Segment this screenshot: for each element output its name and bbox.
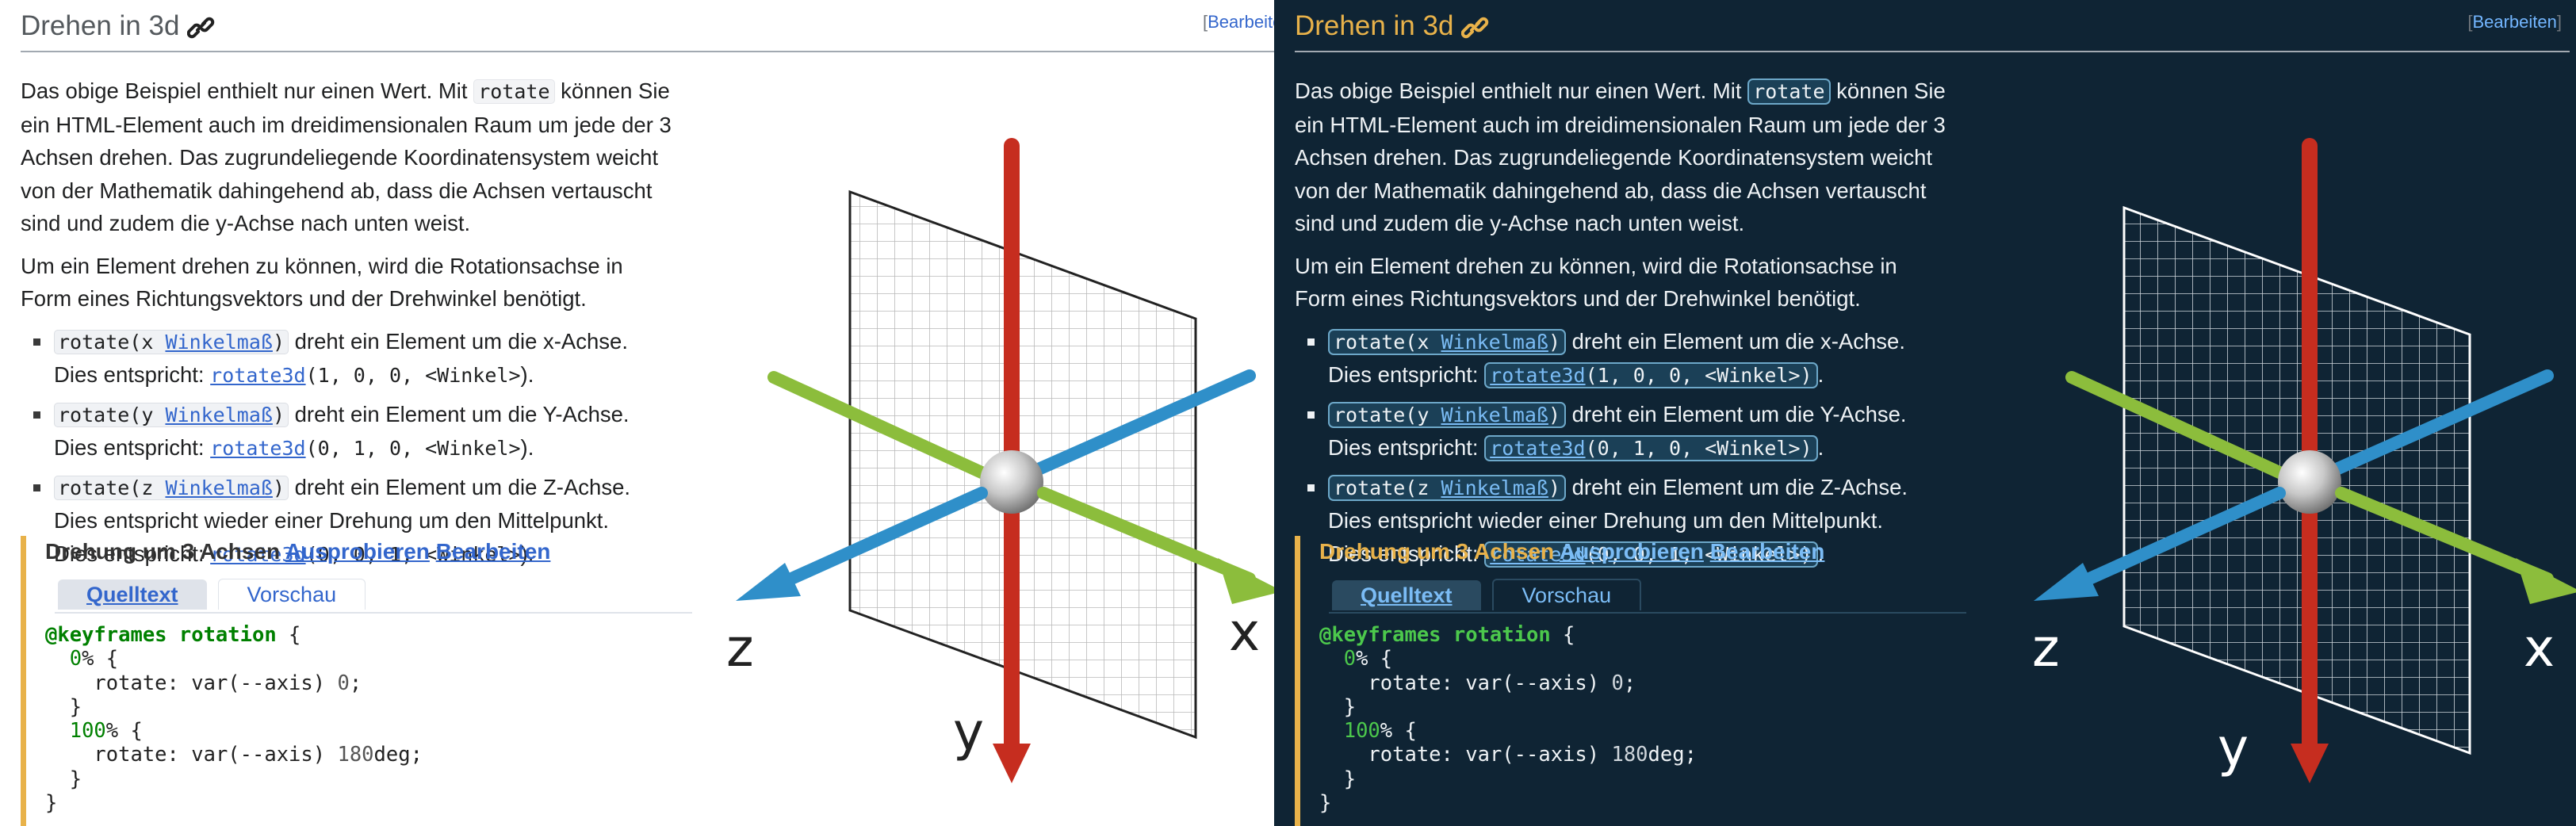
y-axis-arrow <box>993 744 1031 783</box>
rotate3d-link[interactable]: rotate3d <box>1490 364 1585 387</box>
x-label: x <box>2524 618 2555 679</box>
axes-illustration: x y z <box>2032 138 2576 783</box>
x-axis-arrow <box>2516 558 2576 604</box>
func-code: rotate(y Winkelmaß) <box>1328 401 1566 428</box>
description: Das obige Beispiel enthielt nur einen We… <box>1295 75 1953 576</box>
edit-text[interactable]: Bearbeiten <box>2472 12 2556 32</box>
winkelmass-link[interactable]: Winkelmaß <box>1441 403 1548 426</box>
rotate3d-link[interactable]: rotate3d <box>210 437 305 460</box>
z-label: z <box>2032 618 2060 679</box>
desc: dreht ein Element um die Z-Achse. <box>1566 474 1908 499</box>
try-link[interactable]: Ausprobieren <box>1560 539 1704 564</box>
rotate3d-link[interactable]: rotate3d <box>210 364 305 387</box>
equiv-prefix: Dies entspricht: <box>54 435 211 460</box>
origin-sphere <box>980 450 1043 514</box>
panel-dark: Drehen in 3d [Bearbeiten] Das obige Beis… <box>1274 0 2576 826</box>
demo-title-text: Drehung um 3 Achsen <box>1319 539 1555 564</box>
extra-text: Dies entspricht wieder einer Drehung um … <box>1328 508 1884 533</box>
equiv-code: rotate3d(1, 0, 0, <Winkel> <box>210 364 521 387</box>
equiv-prefix: Dies entspricht: <box>1328 435 1485 460</box>
rotate-list: rotate(x Winkelmaß) dreht ein Element um… <box>21 325 679 572</box>
equiv-code: rotate3d(0, 1, 0, <Winkel> <box>210 437 521 460</box>
demo-tabs: Quelltext Vorschau <box>1332 579 1652 610</box>
rotate-code: rotate <box>473 79 555 104</box>
section-heading: Drehen in 3d <box>21 10 216 47</box>
demo-box: Drehung um 3 Achsen Ausprobieren Bearbei… <box>1295 536 1966 826</box>
code-block: @keyframes rotation { 0% { rotate: var(-… <box>1319 623 1697 816</box>
paragraph-2: Um ein Element drehen zu können, wird di… <box>1295 253 1897 312</box>
edit-section-link[interactable]: [Bearbeite <box>1203 12 1274 33</box>
heading-text: Drehen in 3d <box>21 10 180 41</box>
chain-link-icon[interactable] <box>187 15 216 47</box>
section-heading: Drehen in 3d <box>1295 10 1490 47</box>
section-header: Drehen in 3d [Bearbeiten] <box>1295 0 2570 52</box>
list-item: rotate(x Winkelmaß) dreht ein Element um… <box>33 325 679 392</box>
z-label: z <box>726 618 754 679</box>
y-label: y <box>953 702 984 763</box>
y-label: y <box>2218 717 2249 778</box>
tab-source[interactable]: Quelltext <box>58 579 207 610</box>
tab-source[interactable]: Quelltext <box>1332 580 1481 610</box>
code-block: @keyframes rotation { 0% { rotate: var(-… <box>45 623 423 816</box>
demo-edit-link[interactable]: Bearbeiten <box>436 539 551 564</box>
description: Das obige Beispiel enthielt nur einen We… <box>21 75 679 576</box>
edit-text[interactable]: Bearbeite <box>1208 12 1274 32</box>
origin-sphere <box>2278 450 2341 514</box>
section-header: Drehen in 3d [Bearbeite <box>21 0 1274 52</box>
desc: dreht ein Element um die Z-Achse. <box>289 474 631 499</box>
z-axis-arrow <box>2034 563 2099 601</box>
demo-title-text: Drehung um 3 Achsen <box>45 539 281 564</box>
desc: dreht ein Element um die x-Achse. <box>1566 328 1905 354</box>
winkelmass-link[interactable]: Winkelmaß <box>1441 331 1548 354</box>
func-code: rotate(x Winkelmaß) <box>54 329 289 354</box>
desc: dreht ein Element um die x-Achse. <box>289 328 628 354</box>
desc: dreht ein Element um die Y-Achse. <box>289 401 630 426</box>
axes-illustration: x y z <box>726 138 1274 783</box>
winkelmass-link[interactable]: Winkelmaß <box>165 331 272 354</box>
tab-preview[interactable]: Vorschau <box>1491 579 1642 610</box>
equiv-prefix: Dies entspricht: <box>1328 362 1485 387</box>
list-item: rotate(x Winkelmaß) dreht ein Element um… <box>1307 325 1953 392</box>
x-axis-arrow <box>1218 558 1274 604</box>
tab-preview[interactable]: Vorschau <box>217 579 366 610</box>
winkelmass-link[interactable]: Winkelmaß <box>165 403 272 426</box>
func-code: rotate(x Winkelmaß) <box>1328 328 1566 355</box>
edit-section-link[interactable]: [Bearbeiten] <box>2467 12 2562 33</box>
equiv-code: rotate3d(0, 1, 0, <Winkel>) <box>1484 435 1818 461</box>
func-code: rotate(z Winkelmaß) <box>54 475 289 500</box>
try-link[interactable]: Ausprobieren <box>285 539 430 564</box>
equiv-prefix: Dies entspricht: <box>54 362 211 387</box>
winkelmass-link[interactable]: Winkelmaß <box>1441 476 1548 499</box>
extra-text: Dies entspricht wieder einer Drehung um … <box>54 508 610 533</box>
rotate-code: rotate <box>1747 78 1831 105</box>
list-item: rotate(y Winkelmaß) dreht ein Element um… <box>33 398 679 465</box>
y-axis-arrow <box>2291 744 2329 783</box>
rotate-list: rotate(x Winkelmaß) dreht ein Element um… <box>1295 325 1953 572</box>
func-code: rotate(z Winkelmaß) <box>1328 474 1566 501</box>
x-label: x <box>1229 602 1260 663</box>
p1-part-a: Das obige Beispiel enthielt nur einen We… <box>21 78 474 103</box>
equiv-code: rotate3d(1, 0, 0, <Winkel>) <box>1484 362 1818 388</box>
demo-edit-link[interactable]: Bearbeiten <box>1710 539 1825 564</box>
panel-light: Drehen in 3d [Bearbeite Das obige Beispi… <box>0 0 1274 826</box>
winkelmass-link[interactable]: Winkelmaß <box>165 476 272 499</box>
z-axis-arrow <box>736 563 801 601</box>
demo-tabs: Quelltext Vorschau <box>58 579 377 610</box>
axes-figure: x y z <box>702 84 1274 801</box>
demo-title: Drehung um 3 Achsen Ausprobieren Bearbei… <box>45 539 550 564</box>
paragraph-1: Das obige Beispiel enthielt nur einen We… <box>21 75 679 240</box>
paragraph-1: Das obige Beispiel enthielt nur einen We… <box>1295 75 1953 240</box>
p1-part-a: Das obige Beispiel enthielt nur einen We… <box>1295 78 1748 103</box>
axes-figure: x y z <box>2000 84 2576 801</box>
paragraph-2: Um ein Element drehen zu können, wird di… <box>21 253 623 312</box>
chain-link-icon[interactable] <box>1461 15 1490 47</box>
heading-text: Drehen in 3d <box>1295 10 1454 41</box>
demo-title: Drehung um 3 Achsen Ausprobieren Bearbei… <box>1319 539 1824 564</box>
func-code: rotate(y Winkelmaß) <box>54 402 289 427</box>
rotate3d-link[interactable]: rotate3d <box>1490 437 1585 460</box>
list-item: rotate(y Winkelmaß) dreht ein Element um… <box>1307 398 1953 465</box>
desc: dreht ein Element um die Y-Achse. <box>1566 401 1907 426</box>
demo-box: Drehung um 3 Achsen Ausprobieren Bearbei… <box>21 536 692 826</box>
